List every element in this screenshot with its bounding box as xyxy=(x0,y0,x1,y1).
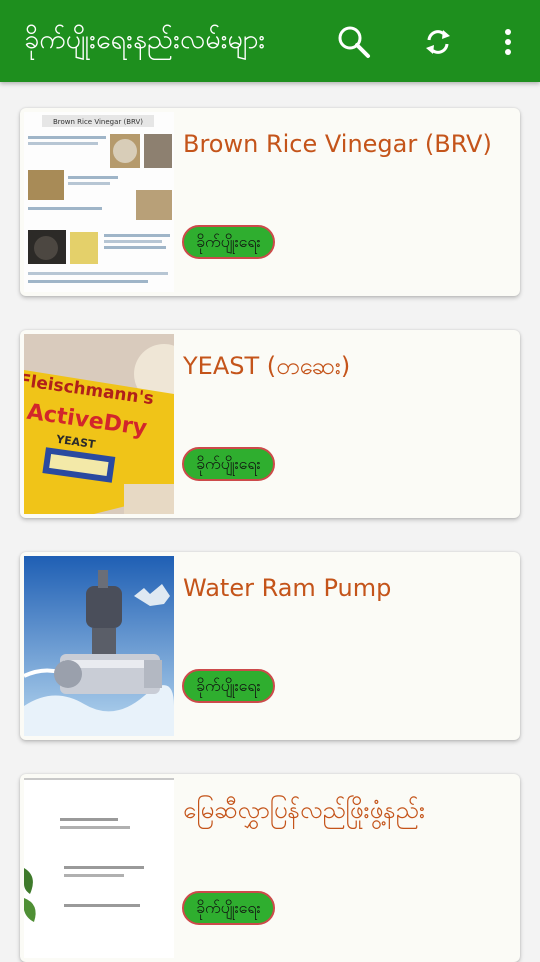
more-options-button[interactable] xyxy=(486,20,530,64)
article-title: Brown Rice Vinegar (BRV) xyxy=(183,130,492,158)
app-bar: ခိုက်ပျိုးရေးနည်းလမ်းများ xyxy=(0,0,540,82)
search-button[interactable] xyxy=(332,20,376,64)
refresh-icon xyxy=(426,30,450,54)
article-thumbnail: Brown Rice Vinegar (BRV) xyxy=(24,112,174,292)
article-thumbnail xyxy=(24,778,174,958)
article-card[interactable]: Brown Rice Vinegar (BRV) Brown Rice Vine… xyxy=(20,108,520,296)
category-badge[interactable]: ခိုက်ပျိုးရေး xyxy=(182,447,275,481)
app-title: ခိုက်ပျိုးရေးနည်းလမ်းများ xyxy=(24,24,266,55)
article-list: Brown Rice Vinegar (BRV) Brown Rice Vine… xyxy=(0,82,540,962)
more-vert-icon xyxy=(505,29,511,55)
article-thumbnail xyxy=(24,556,174,736)
article-card[interactable]: Water Ram Pump ခိုက်ပျိုးရေး xyxy=(20,552,520,740)
category-badge[interactable]: ခိုက်ပျိုးရေး xyxy=(182,225,275,259)
article-thumbnail: Fleischmann's ActiveDry YEAST xyxy=(24,334,174,514)
ram-pump-icon xyxy=(24,556,174,736)
article-title: မြေဆီလွှာပြန်လည်ဖြိုးဖွံ့နည်း xyxy=(183,796,425,824)
article-title: YEAST (တဆေး) xyxy=(183,352,351,380)
refresh-button[interactable] xyxy=(416,20,460,64)
article-card[interactable]: မြေဆီလွှာပြန်လည်ဖြိုးဖွံ့နည်း ခိုက်ပျိုး… xyxy=(20,774,520,962)
article-title: Water Ram Pump xyxy=(183,574,392,602)
search-icon xyxy=(338,26,370,58)
article-card[interactable]: Fleischmann's ActiveDry YEAST YEAST (တဆေ… xyxy=(20,330,520,518)
document-infographic-icon: Brown Rice Vinegar (BRV) xyxy=(24,112,174,292)
svg-text:Brown Rice Vinegar (BRV): Brown Rice Vinegar (BRV) xyxy=(53,118,143,126)
yeast-package-icon: Fleischmann's ActiveDry YEAST xyxy=(24,334,174,514)
document-page-icon xyxy=(24,778,174,958)
category-badge[interactable]: ခိုက်ပျိုးရေး xyxy=(182,669,275,703)
